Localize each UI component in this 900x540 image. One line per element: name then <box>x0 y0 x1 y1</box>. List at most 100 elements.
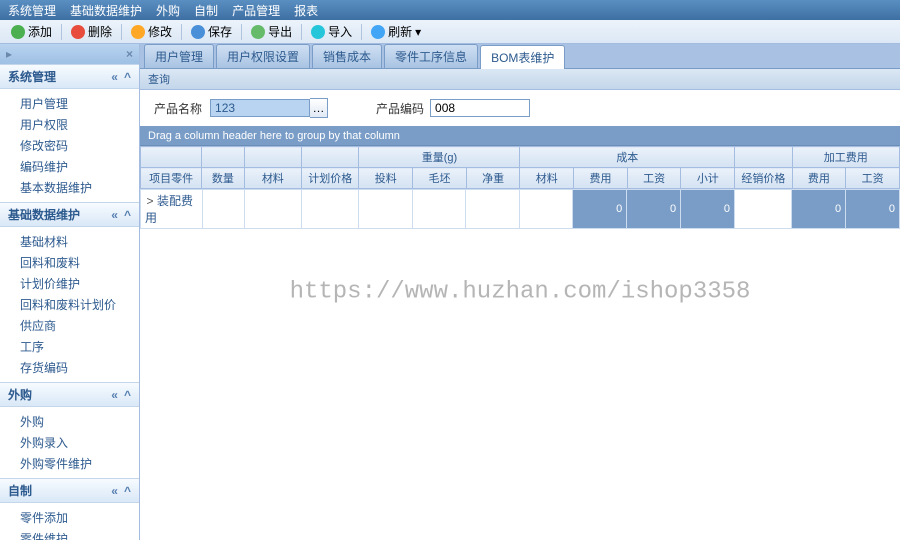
grid-column-9[interactable]: 工资 <box>627 168 681 189</box>
grid-cell-4[interactable] <box>359 190 413 229</box>
sidebar-item-2-2[interactable]: 外购零件维护 <box>0 453 139 474</box>
grid-column-7[interactable]: 材料 <box>520 168 574 189</box>
grid-group-header-3[interactable] <box>302 147 359 168</box>
sidebar-item-0-2[interactable]: 修改密码 <box>0 135 139 156</box>
sidebar-group-3[interactable]: 自制«^ <box>0 478 139 503</box>
sidebar-item-1-3[interactable]: 回料和废料计划价 <box>0 294 139 315</box>
product-code-input[interactable] <box>430 99 530 117</box>
grid-column-1[interactable]: 数量 <box>202 168 244 189</box>
collapse-icon[interactable]: « <box>111 388 118 402</box>
grid-group-header-2[interactable] <box>244 147 301 168</box>
caret-up-icon[interactable]: ^ <box>124 208 131 222</box>
sidebar-item-1-5[interactable]: 工序 <box>0 336 139 357</box>
grid-cell-1[interactable] <box>202 190 244 229</box>
tab-0[interactable]: 用户管理 <box>144 44 214 68</box>
menu-item-0[interactable]: 系统管理 <box>8 2 56 19</box>
tab-4[interactable]: BOM表维护 <box>480 45 565 69</box>
collapse-icon[interactable]: « <box>111 70 118 84</box>
tab-3[interactable]: 零件工序信息 <box>384 44 478 68</box>
sidebar-item-1-2[interactable]: 计划价维护 <box>0 273 139 294</box>
sidebar-pin-icon[interactable]: ▸ <box>6 47 12 61</box>
toolbar-del-button[interactable]: 删除 <box>66 21 117 42</box>
menu-item-3[interactable]: 自制 <box>194 2 218 19</box>
grid-column-4[interactable]: 投料 <box>359 168 413 189</box>
sidebar-item-3-0[interactable]: 零件添加 <box>0 507 139 528</box>
sidebar-group-1[interactable]: 基础数据维护«^ <box>0 202 139 227</box>
grid-cell-12[interactable]: 0 <box>792 190 846 229</box>
sidebar-close-icon[interactable]: × <box>126 47 133 61</box>
sidebar-item-0-4[interactable]: 基本数据维护 <box>0 177 139 198</box>
grid-cell-9[interactable]: 0 <box>627 190 681 229</box>
sidebar-item-3-1[interactable]: 零件维护 <box>0 528 139 540</box>
grid-body[interactable]: >装配费用00000 <box>140 189 900 540</box>
grid-group-header-1[interactable] <box>202 147 244 168</box>
grid-cell-5[interactable] <box>412 190 466 229</box>
toolbar-add-button[interactable]: 添加 <box>6 21 57 42</box>
toolbar-label: 刷新 <box>388 23 412 40</box>
caret-up-icon[interactable]: ^ <box>124 388 131 402</box>
product-name-lookup-button[interactable]: … <box>310 98 328 118</box>
query-form: 产品名称 … 产品编码 <box>140 90 900 126</box>
grid-cell-0[interactable]: >装配费用 <box>141 190 203 229</box>
caret-up-icon[interactable]: ^ <box>124 484 131 498</box>
toolbar-label: 保存 <box>208 23 232 40</box>
grid-column-8[interactable]: 费用 <box>574 168 628 189</box>
row-expander-icon[interactable]: > <box>145 194 155 208</box>
sidebar-item-2-0[interactable]: 外购 <box>0 411 139 432</box>
toolbar-ref-button[interactable]: 刷新▾ <box>366 21 426 42</box>
tab-1[interactable]: 用户权限设置 <box>216 44 310 68</box>
grid-column-3[interactable]: 计划价格 <box>302 168 359 189</box>
grid-group-header-5[interactable]: 成本 <box>520 147 735 168</box>
sidebar-item-1-0[interactable]: 基础材料 <box>0 231 139 252</box>
grid-group-panel[interactable]: Drag a column header here to group by th… <box>140 127 900 146</box>
caret-up-icon[interactable]: ^ <box>124 70 131 84</box>
sidebar-item-1-4[interactable]: 供应商 <box>0 315 139 336</box>
grid-column-0[interactable]: 项目零件 <box>141 168 202 189</box>
grid-column-12[interactable]: 费用 <box>792 168 846 189</box>
toolbar-exp-button[interactable]: 导出 <box>246 21 297 42</box>
grid-column-10[interactable]: 小计 <box>681 168 735 189</box>
sidebar-group-2[interactable]: 外购«^ <box>0 382 139 407</box>
sidebar-item-0-3[interactable]: 编码维护 <box>0 156 139 177</box>
menu-item-5[interactable]: 报表 <box>294 2 318 19</box>
toolbar-label: 删除 <box>88 23 112 40</box>
grid-group-header-7[interactable]: 加工费用 <box>792 147 899 168</box>
grid-cell-10[interactable]: 0 <box>681 190 735 229</box>
sidebar-item-2-1[interactable]: 外购录入 <box>0 432 139 453</box>
product-name-input[interactable] <box>210 99 310 117</box>
grid-column-5[interactable]: 毛坯 <box>413 168 467 189</box>
grid-group-header-0[interactable] <box>141 147 202 168</box>
toolbar-imp-button[interactable]: 导入 <box>306 21 357 42</box>
toolbar-save-button[interactable]: 保存 <box>186 21 237 42</box>
toolbar-edit-button[interactable]: 修改 <box>126 21 177 42</box>
grid-group-header-4[interactable]: 重量(g) <box>359 147 520 168</box>
grid-cell-13[interactable]: 0 <box>846 190 900 229</box>
tab-2[interactable]: 销售成本 <box>312 44 382 68</box>
sidebar-item-1-6[interactable]: 存货编码 <box>0 357 139 378</box>
grid-cell-6[interactable] <box>466 190 520 229</box>
toolbar-separator <box>181 24 182 40</box>
main-area: 用户管理用户权限设置销售成本零件工序信息BOM表维护 查询 产品名称 … 产品编… <box>140 44 900 540</box>
table-row[interactable]: >装配费用00000 <box>141 190 900 229</box>
grid-cell-3[interactable] <box>302 190 359 229</box>
toolbar-separator <box>121 24 122 40</box>
grid-cell-11[interactable] <box>734 190 791 229</box>
sidebar-item-0-1[interactable]: 用户权限 <box>0 114 139 135</box>
collapse-icon[interactable]: « <box>111 484 118 498</box>
menu-item-2[interactable]: 外购 <box>156 2 180 19</box>
grid-cell-2[interactable] <box>244 190 301 229</box>
grid-cell-7[interactable] <box>519 190 573 229</box>
sidebar-item-0-0[interactable]: 用户管理 <box>0 93 139 114</box>
menu-item-1[interactable]: 基础数据维护 <box>70 2 142 19</box>
sidebar-group-0[interactable]: 系统管理 « ^ <box>0 64 139 89</box>
collapse-icon[interactable]: « <box>111 208 118 222</box>
sidebar-item-1-1[interactable]: 回料和废料 <box>0 252 139 273</box>
menu-item-4[interactable]: 产品管理 <box>232 2 280 19</box>
grid-group-header-6[interactable] <box>735 147 792 168</box>
grid-cell-8[interactable]: 0 <box>573 190 627 229</box>
grid-column-6[interactable]: 净重 <box>466 168 520 189</box>
grid-column-11[interactable]: 经销价格 <box>735 168 792 189</box>
grid-column-13[interactable]: 工资 <box>846 168 900 189</box>
sidebar-group-title: 系统管理 <box>8 68 56 85</box>
grid-column-2[interactable]: 材料 <box>244 168 301 189</box>
